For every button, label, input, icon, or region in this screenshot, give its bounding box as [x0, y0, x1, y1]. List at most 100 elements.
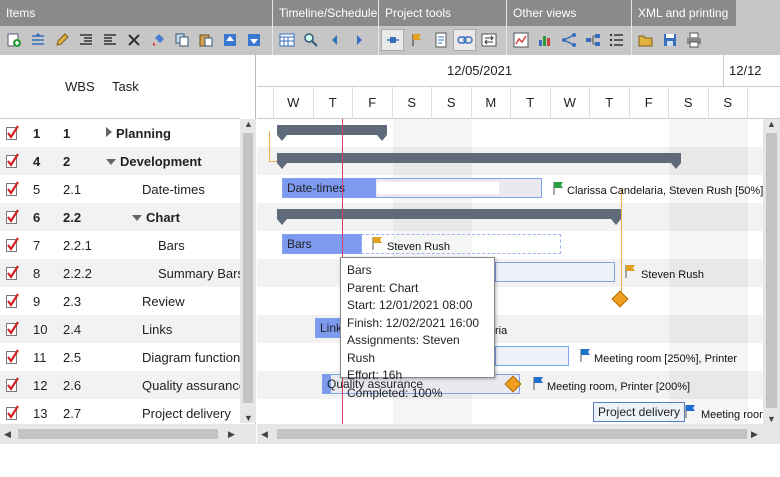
task-name: Links	[142, 322, 173, 337]
task-check-icon[interactable]	[6, 293, 19, 308]
table-row[interactable]: 6 2.2 Chart	[0, 203, 240, 231]
task-check-icon[interactable]	[6, 321, 19, 336]
summary-bar-planning[interactable]	[277, 125, 387, 141]
wbs-cell: 2.2.2	[63, 266, 92, 281]
column-header-task[interactable]: Task	[112, 79, 139, 94]
chart-horizontal-scrollbar[interactable]: ◀ ▶	[257, 424, 763, 444]
delete-icon[interactable]	[122, 29, 145, 51]
scroll-up-icon[interactable]: ▲	[767, 119, 776, 129]
scroll-right-icon[interactable]: ▶	[751, 429, 758, 440]
scroll-left-icon[interactable]: ◀	[261, 429, 268, 440]
day-cell: W	[274, 87, 314, 119]
task-bar-bars[interactable]: Bars	[282, 234, 362, 254]
table-row[interactable]: 8 2.2.2 Summary Bars	[0, 259, 244, 287]
task-bar-summary-bars[interactable]	[495, 262, 615, 282]
row-number: 4	[33, 154, 41, 169]
task-check-icon[interactable]	[6, 349, 19, 364]
task-cell[interactable]: Diagram functions	[142, 350, 247, 365]
table-row[interactable]: 10 2.4 Links	[0, 315, 240, 343]
ribbon-group-timeline: Timeline/Schedule	[273, 0, 379, 55]
task-bar-project-delivery[interactable]: Project delivery	[593, 402, 686, 422]
flag-icon	[372, 237, 382, 250]
task-cell[interactable]: Date-times	[142, 182, 205, 197]
move-down-icon[interactable]	[242, 29, 265, 51]
scrollbar-thumb[interactable]	[277, 429, 747, 439]
expand-icon[interactable]	[106, 127, 112, 137]
task-cell[interactable]: Planning	[106, 126, 171, 141]
task-check-icon[interactable]	[6, 209, 19, 224]
zoom-icon[interactable]	[299, 29, 322, 51]
column-header-wbs[interactable]: WBS	[65, 79, 95, 94]
collapse-icon[interactable]	[132, 215, 142, 221]
week-date-label: 12/12	[729, 63, 762, 78]
task-cell[interactable]: Bars	[158, 238, 185, 253]
chart-vertical-scrollbar[interactable]: ▲ ▼	[763, 119, 780, 424]
scroll-up-icon[interactable]: ▲	[244, 119, 253, 129]
grid-vertical-scrollbar[interactable]: ▲ ▼	[240, 119, 256, 423]
task-check-icon[interactable]	[6, 405, 19, 420]
task-cell[interactable]: Quality assurance	[142, 378, 246, 393]
open-icon[interactable]	[634, 29, 657, 51]
table-row[interactable]: 4 2 Development	[0, 147, 240, 175]
flag-icon[interactable]	[405, 29, 428, 51]
scroll-left-icon[interactable]	[323, 29, 346, 51]
critical-path-icon[interactable]	[381, 29, 404, 51]
scroll-down-icon[interactable]: ▼	[244, 413, 253, 423]
save-icon[interactable]	[658, 29, 681, 51]
table-row[interactable]: 12 2.6 Quality assurance	[0, 371, 246, 399]
task-cell[interactable]: Project delivery	[142, 406, 231, 421]
add-item-icon[interactable]	[2, 29, 25, 51]
table-row[interactable]: 5 2.1 Date-times	[0, 175, 240, 203]
network-icon[interactable]	[557, 29, 580, 51]
flag-icon	[533, 377, 543, 390]
task-cell[interactable]: Development	[106, 154, 202, 169]
scrollbar-thumb[interactable]	[18, 429, 218, 439]
task-check-icon[interactable]	[6, 181, 19, 196]
summary-bar-development[interactable]	[277, 153, 681, 169]
scroll-left-icon[interactable]: ◀	[4, 429, 11, 440]
grid-horizontal-scrollbar[interactable]: ◀ ▶	[0, 424, 256, 444]
indent-icon[interactable]	[74, 29, 97, 51]
table-row[interactable]: 9 2.3 Review	[0, 287, 240, 315]
scrollbar-thumb[interactable]	[766, 133, 777, 408]
insert-item-icon[interactable]	[26, 29, 49, 51]
copy-icon[interactable]	[170, 29, 193, 51]
task-check-icon[interactable]	[6, 153, 19, 168]
scrollbar-corner	[763, 424, 780, 444]
move-up-icon[interactable]	[218, 29, 241, 51]
scroll-right-icon[interactable]	[347, 29, 370, 51]
scroll-right-icon[interactable]: ▶	[228, 429, 235, 440]
table-row[interactable]: 13 2.7 Project delivery	[0, 399, 240, 427]
print-icon[interactable]	[682, 29, 705, 51]
task-bar-diagram-functions[interactable]	[495, 346, 569, 366]
paste-icon[interactable]	[194, 29, 217, 51]
document-icon[interactable]	[429, 29, 452, 51]
task-check-icon[interactable]	[6, 377, 19, 392]
edit-icon[interactable]	[50, 29, 73, 51]
task-check-icon[interactable]	[6, 237, 19, 252]
task-cell[interactable]: Links	[142, 322, 172, 337]
link-icon[interactable]	[453, 29, 476, 51]
bar-chart-icon[interactable]	[533, 29, 556, 51]
swap-icon[interactable]	[477, 29, 500, 51]
task-cell[interactable]: Chart	[132, 210, 180, 225]
collapse-icon[interactable]	[106, 159, 116, 165]
hierarchy-icon[interactable]	[581, 29, 604, 51]
row-number: 6	[33, 210, 41, 225]
calendar-icon[interactable]	[275, 29, 298, 51]
outdent-icon[interactable]	[98, 29, 121, 51]
chart-view-icon[interactable]	[509, 29, 532, 51]
scrollbar-thumb[interactable]	[243, 133, 253, 403]
table-row[interactable]: 11 2.5 Diagram functions	[0, 343, 247, 371]
task-name: Review	[142, 294, 185, 309]
task-check-icon[interactable]	[6, 265, 19, 280]
paint-icon[interactable]	[146, 29, 169, 51]
task-cell[interactable]: Review	[142, 294, 185, 309]
task-cell[interactable]: Summary Bars	[158, 266, 244, 281]
table-row[interactable]: 1 1 Planning	[0, 119, 240, 147]
summary-bar-chart[interactable]	[277, 209, 621, 225]
list-icon[interactable]	[605, 29, 628, 51]
scroll-down-icon[interactable]: ▼	[767, 414, 776, 424]
task-check-icon[interactable]	[6, 125, 19, 140]
table-row[interactable]: 7 2.2.1 Bars	[0, 231, 240, 259]
